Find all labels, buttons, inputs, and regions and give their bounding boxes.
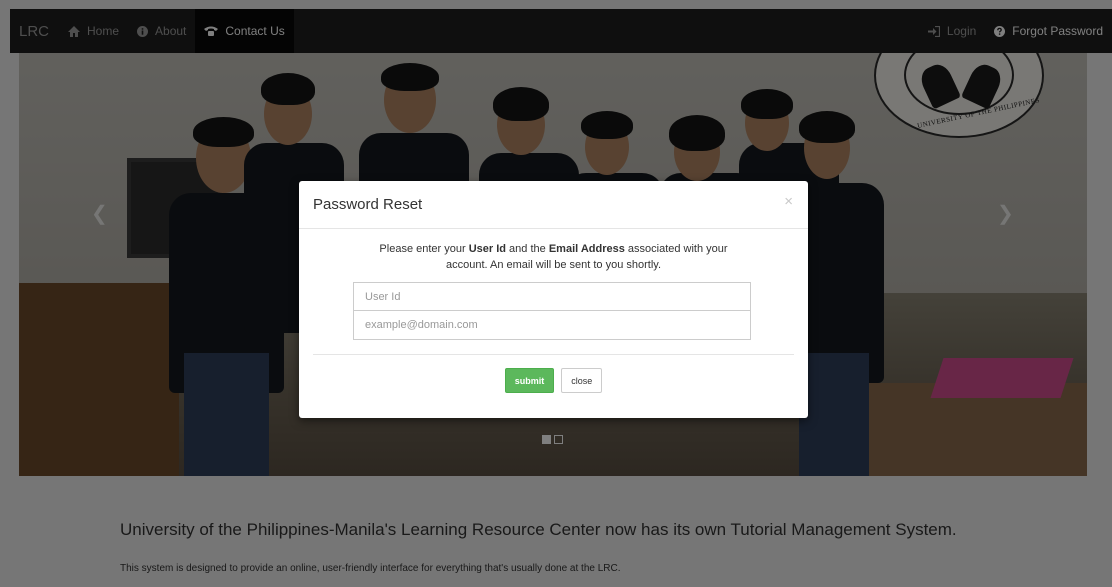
email-input[interactable] <box>353 311 751 340</box>
password-reset-modal: Password Reset × Please enter your User … <box>299 181 808 418</box>
modal-divider <box>313 354 794 355</box>
modal-close-icon[interactable]: × <box>784 193 793 210</box>
message-user-id-bold: User Id <box>468 243 506 255</box>
modal-message: Please enter your User Id and the Email … <box>353 241 754 273</box>
message-text: and the <box>506 243 549 255</box>
message-text: Please enter your <box>379 243 469 255</box>
submit-button[interactable]: submit <box>504 368 555 393</box>
modal-title: Password Reset <box>313 196 423 213</box>
modal-body: Please enter your User Id and the Email … <box>299 229 808 340</box>
close-button[interactable]: close <box>561 368 603 393</box>
modal-footer: submit close <box>299 368 808 393</box>
message-email-bold: Email Address <box>548 243 625 255</box>
modal-header: Password Reset × <box>299 181 808 229</box>
user-id-input[interactable] <box>353 282 751 311</box>
